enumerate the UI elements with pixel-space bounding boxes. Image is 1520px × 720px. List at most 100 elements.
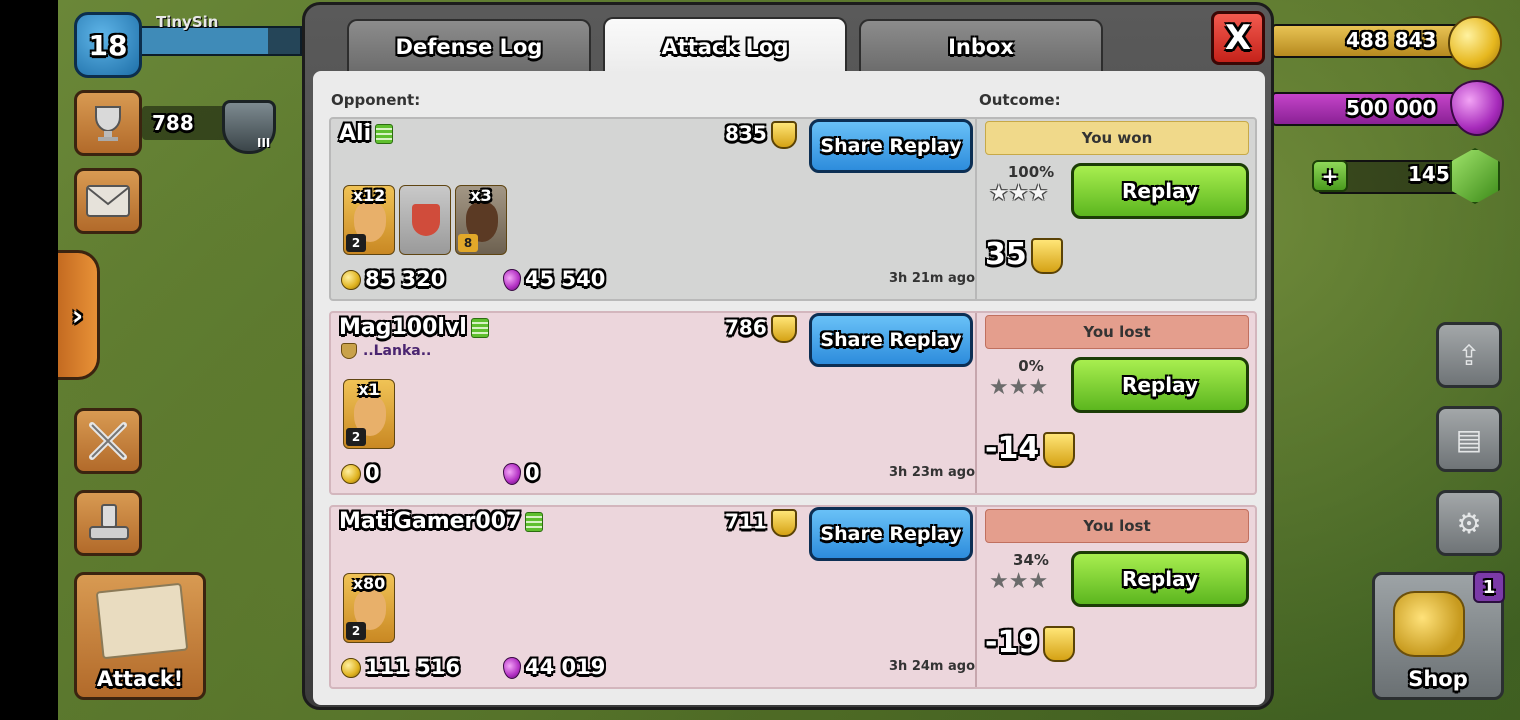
- outcome-result: You lost: [985, 509, 1249, 543]
- replay-button[interactable]: Replay: [1071, 357, 1249, 413]
- attack-log-entry: Mag100lvl ..Lanka.. 786 Share Replay x1 2 0 0 3h…: [329, 311, 1257, 495]
- share-replay-button[interactable]: Share Replay: [809, 119, 973, 173]
- shop-label: Shop: [1408, 667, 1468, 691]
- trophy-button[interactable]: [74, 90, 142, 156]
- mail-button[interactable]: [74, 168, 142, 234]
- hammer-icon: [89, 504, 129, 540]
- star-icon: ★: [1028, 181, 1049, 206]
- replay-button[interactable]: Replay: [1071, 163, 1249, 219]
- clipboard-icon: ▤: [1455, 422, 1483, 456]
- troop-level: 2: [346, 428, 366, 446]
- replay-label: Replay: [1121, 373, 1199, 397]
- opponent-trophy-count: 786: [725, 315, 767, 340]
- chevron-right-icon: ›: [71, 298, 84, 332]
- gold-loot: 85 320: [341, 267, 445, 291]
- attack-log-panel: Opponent: Outcome: Ali 835 Share Replay x12…: [313, 71, 1265, 705]
- level-badge[interactable]: 18: [74, 12, 142, 78]
- profile-icon[interactable]: [470, 318, 489, 338]
- troop-clan-castle: [399, 185, 451, 255]
- column-divider: [975, 313, 977, 493]
- gold-coin-icon: [341, 464, 361, 484]
- elixir-loot-value: 0: [525, 461, 540, 485]
- troop-count: x1: [358, 380, 380, 399]
- battle-log-modal: Defense Log Attack Log Inbox X Opponent:…: [302, 2, 1274, 710]
- troop-level: 2: [346, 622, 366, 640]
- trophy-change: -14: [985, 431, 1076, 468]
- share-replay-button[interactable]: Share Replay: [809, 313, 973, 367]
- share-replay-button[interactable]: Share Replay: [809, 507, 973, 561]
- builder-button[interactable]: [74, 490, 142, 556]
- gold-amount: 488 843: [1346, 28, 1437, 52]
- troop-count: x3: [470, 186, 492, 205]
- replay-button[interactable]: Replay: [1071, 551, 1249, 607]
- shop-coins-icon: [1393, 591, 1465, 657]
- move-arrows-icon: ⇪: [1457, 338, 1481, 372]
- troop-count: x80: [352, 574, 386, 593]
- time-ago: 3h 24m ago: [889, 659, 975, 674]
- close-button[interactable]: X: [1211, 11, 1265, 65]
- replay-label: Replay: [1121, 567, 1199, 591]
- shop-badge: 1: [1473, 571, 1505, 603]
- elixir-loot: 44 019: [503, 655, 605, 679]
- attack-log-entry: MatiGamer007 711 Share Replay x80 2 111 516 44…: [329, 505, 1257, 689]
- share-replay-label: Share Replay: [820, 135, 962, 157]
- clan-row: ..Lanka..: [341, 343, 431, 359]
- gold-loot: 111 516: [341, 655, 460, 679]
- tab-attack-log[interactable]: Attack Log: [603, 17, 847, 75]
- profile-icon[interactable]: [525, 512, 544, 532]
- attack-label: Attack!: [96, 667, 184, 691]
- gold-loot-value: 111 516: [365, 655, 460, 679]
- crossed-swords-icon: [89, 422, 127, 460]
- gear-icon: ⚙: [1456, 506, 1482, 540]
- league-rank: III: [257, 136, 271, 150]
- outcome-column-label: Outcome:: [979, 91, 1061, 109]
- tab-label: Defense Log: [395, 35, 543, 59]
- attack-log-entry: Ali 835 Share Replay x12 2 x3 8 85 320 45 540 3h …: [329, 117, 1257, 301]
- trophy-icon: [1043, 431, 1076, 468]
- elixir-drop-icon: [503, 463, 521, 485]
- stars-earned: ★★★: [989, 569, 1048, 594]
- tab-defense-log[interactable]: Defense Log: [347, 19, 591, 73]
- trophy-change-value: 35: [985, 237, 1027, 272]
- share-replay-label: Share Replay: [820, 523, 962, 545]
- layout-button[interactable]: ⇪: [1436, 322, 1502, 388]
- gold-loot-value: 0: [365, 461, 380, 485]
- troop-hog-rider: x3 8: [455, 185, 507, 255]
- opponent-trophy-count: 711: [725, 509, 767, 534]
- star-icon: ★: [1028, 569, 1049, 594]
- attack-button[interactable]: Attack!: [74, 572, 206, 700]
- buy-gems-button[interactable]: +: [1312, 160, 1348, 192]
- side-expand-tab[interactable]: ›: [58, 250, 100, 380]
- clan-name: ..Lanka..: [363, 343, 432, 359]
- star-icon: ★: [1008, 181, 1029, 206]
- elixir-loot: 45 540: [503, 267, 605, 291]
- settings-button[interactable]: ⚙: [1436, 490, 1502, 556]
- time-ago: 3h 21m ago: [889, 271, 975, 286]
- troop-barbarian: x1 2: [343, 379, 395, 449]
- elixir-amount: 500 000: [1346, 96, 1437, 120]
- opponent-name: MatiGamer007: [339, 509, 544, 534]
- outcome-result: You lost: [985, 315, 1249, 349]
- battle-button[interactable]: [74, 408, 142, 474]
- level-number: 18: [88, 28, 128, 62]
- elixir-loot: 0: [503, 461, 540, 485]
- opponent-name: Mag100lvl: [339, 315, 489, 340]
- troop-level: 2: [346, 234, 366, 252]
- trophy-change: -19: [985, 625, 1076, 662]
- clan-badge-icon: [341, 343, 357, 359]
- notes-button[interactable]: ▤: [1436, 406, 1502, 472]
- shop-button[interactable]: 1 Shop: [1372, 571, 1505, 700]
- close-icon: X: [1224, 18, 1252, 58]
- trophy-change: 35: [985, 237, 1063, 274]
- star-icon: ★: [989, 375, 1009, 400]
- gem-amount: 145: [1408, 162, 1450, 186]
- opponent-name-text: Mag100lvl: [339, 315, 467, 340]
- profile-icon[interactable]: [375, 124, 394, 144]
- trophy-icon: [770, 509, 797, 537]
- opponent-trophies: 835: [725, 121, 797, 149]
- stars-earned: ★★★: [989, 375, 1048, 400]
- plus-icon: +: [1321, 164, 1339, 188]
- tab-inbox[interactable]: Inbox: [859, 19, 1103, 73]
- outcome-result: You won: [985, 121, 1249, 155]
- tab-label: Inbox: [948, 35, 1014, 59]
